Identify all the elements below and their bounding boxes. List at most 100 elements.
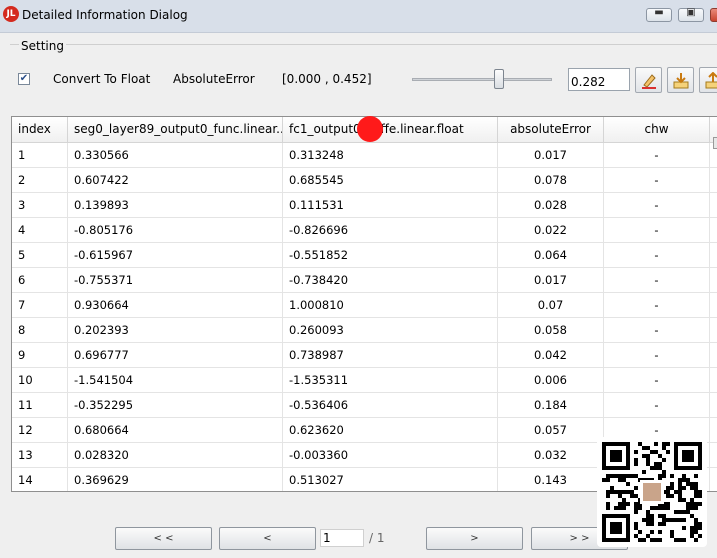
cell-fc1-output: 0.623620 — [283, 418, 498, 443]
cell-index: 3 — [12, 193, 68, 218]
cell-seg0-output: -0.615967 — [68, 243, 283, 268]
cell-absolute-error: 0.006 — [498, 368, 604, 393]
header-chw[interactable]: chw — [604, 117, 710, 142]
cell-absolute-error: 0.143 — [498, 468, 604, 491]
table-scrollbar[interactable] — [713, 137, 717, 149]
cell-index: 6 — [12, 268, 68, 293]
cell-index: 4 — [12, 218, 68, 243]
error-range-label: [0.000 , 0.452] — [282, 72, 372, 86]
cell-chw: - — [604, 343, 710, 368]
cell-index: 13 — [12, 443, 68, 468]
header-index[interactable]: index — [12, 117, 68, 142]
next-page-button[interactable]: > — [426, 527, 523, 550]
cell-seg0-output: 0.680664 — [68, 418, 283, 443]
cell-absolute-error: 0.022 — [498, 218, 604, 243]
cell-seg0-output: -0.805176 — [68, 218, 283, 243]
table-row[interactable]: 1 0.330566 0.313248 0.017- — [12, 143, 717, 168]
cell-seg0-output: 0.028320 — [68, 443, 283, 468]
maximize-button[interactable]: ▣ — [678, 7, 704, 22]
cell-index: 5 — [12, 243, 68, 268]
header-absolute-error[interactable]: absoluteError — [498, 117, 604, 142]
cell-absolute-error: 0.028 — [498, 193, 604, 218]
table-row[interactable]: 5 -0.615967 -0.551852 0.064- — [12, 243, 717, 268]
threshold-slider-track[interactable] — [412, 78, 552, 81]
cell-extra — [710, 293, 717, 318]
cell-chw: - — [604, 368, 710, 393]
cell-absolute-error: 0.184 — [498, 393, 604, 418]
cell-fc1-output: -0.551852 — [283, 243, 498, 268]
cell-extra — [710, 368, 717, 393]
table-row[interactable]: 3 0.139893 0.111531 0.028- — [12, 193, 717, 218]
cell-chw: - — [604, 193, 710, 218]
clear-button[interactable] — [635, 67, 662, 93]
cell-seg0-output: 0.202393 — [68, 318, 283, 343]
maximize-icon: ▣ — [686, 7, 696, 18]
cell-extra — [710, 418, 717, 443]
page-total-label: / 1 — [369, 531, 385, 545]
cell-extra — [710, 393, 717, 418]
cell-extra — [710, 443, 717, 468]
cell-extra — [710, 318, 717, 343]
previous-page-button[interactable]: < — [219, 527, 316, 550]
cell-extra — [710, 268, 717, 293]
first-page-button[interactable]: < < — [115, 527, 212, 550]
table-row[interactable]: 8 0.202393 0.260093 0.058- — [12, 318, 717, 343]
threshold-slider-thumb[interactable] — [494, 69, 505, 89]
cell-extra — [710, 168, 717, 193]
cell-absolute-error: 0.07 — [498, 293, 604, 318]
cell-index: 12 — [12, 418, 68, 443]
qr-code-icon — [602, 442, 702, 542]
results-table[interactable]: index seg0_layer89_output0_func.linear..… — [11, 116, 717, 492]
cell-extra — [710, 193, 717, 218]
minimize-icon: ▬ — [654, 7, 664, 18]
cell-seg0-output: 0.607422 — [68, 168, 283, 193]
cell-absolute-error: 0.042 — [498, 343, 604, 368]
export-icon — [673, 73, 689, 89]
cell-extra — [710, 218, 717, 243]
cell-absolute-error: 0.017 — [498, 143, 604, 168]
header-seg0-output[interactable]: seg0_layer89_output0_func.linear.... — [68, 117, 283, 142]
cell-absolute-error: 0.058 — [498, 318, 604, 343]
header-fc1-output[interactable]: fc1_output0_caffe.linear.float — [283, 117, 498, 142]
cell-seg0-output: 0.369629 — [68, 468, 283, 491]
cell-fc1-output: -0.738420 — [283, 268, 498, 293]
cell-fc1-output: 0.313248 — [283, 143, 498, 168]
cell-index: 9 — [12, 343, 68, 368]
cell-chw: - — [604, 393, 710, 418]
cell-fc1-output: -0.536406 — [283, 393, 498, 418]
table-row[interactable]: 10 -1.541504 -1.535311 0.006- — [12, 368, 717, 393]
cell-chw: - — [604, 168, 710, 193]
cell-seg0-output: 0.330566 — [68, 143, 283, 168]
cell-index: 1 — [12, 143, 68, 168]
cell-absolute-error: 0.032 — [498, 443, 604, 468]
table-row[interactable]: 6 -0.755371 -0.738420 0.017- — [12, 268, 717, 293]
cell-fc1-output: -0.826696 — [283, 218, 498, 243]
cell-index: 11 — [12, 393, 68, 418]
table-row[interactable]: 9 0.696777 0.738987 0.042- — [12, 343, 717, 368]
minimize-button[interactable]: ▬ — [646, 7, 672, 22]
cell-seg0-output: -0.755371 — [68, 268, 283, 293]
table-row[interactable]: 2 0.607422 0.685545 0.078- — [12, 168, 717, 193]
cell-extra — [710, 468, 717, 491]
threshold-value-input[interactable] — [568, 68, 630, 91]
cell-fc1-output: 0.513027 — [283, 468, 498, 491]
clear-icon — [642, 74, 656, 89]
cell-seg0-output: -1.541504 — [68, 368, 283, 393]
table-row[interactable]: 11 -0.352295 -0.536406 0.184- — [12, 393, 717, 418]
setting-group-label: Setting — [19, 39, 66, 53]
qr-code-image — [597, 437, 707, 547]
close-button[interactable] — [710, 8, 717, 22]
convert-to-float-checkbox[interactable]: ✔ — [18, 73, 30, 85]
cell-seg0-output: 0.139893 — [68, 193, 283, 218]
cell-fc1-output: 0.111531 — [283, 193, 498, 218]
import-button[interactable] — [699, 67, 717, 93]
cell-index: 10 — [12, 368, 68, 393]
page-number-input[interactable] — [320, 529, 364, 547]
cell-chw: - — [604, 143, 710, 168]
export-button[interactable] — [667, 67, 694, 93]
cell-absolute-error: 0.057 — [498, 418, 604, 443]
cell-extra — [710, 243, 717, 268]
table-row[interactable]: 7 0.930664 1.000810 0.07- — [12, 293, 717, 318]
table-row[interactable]: 4 -0.805176 -0.826696 0.022- — [12, 218, 717, 243]
redaction-dot — [357, 116, 383, 142]
